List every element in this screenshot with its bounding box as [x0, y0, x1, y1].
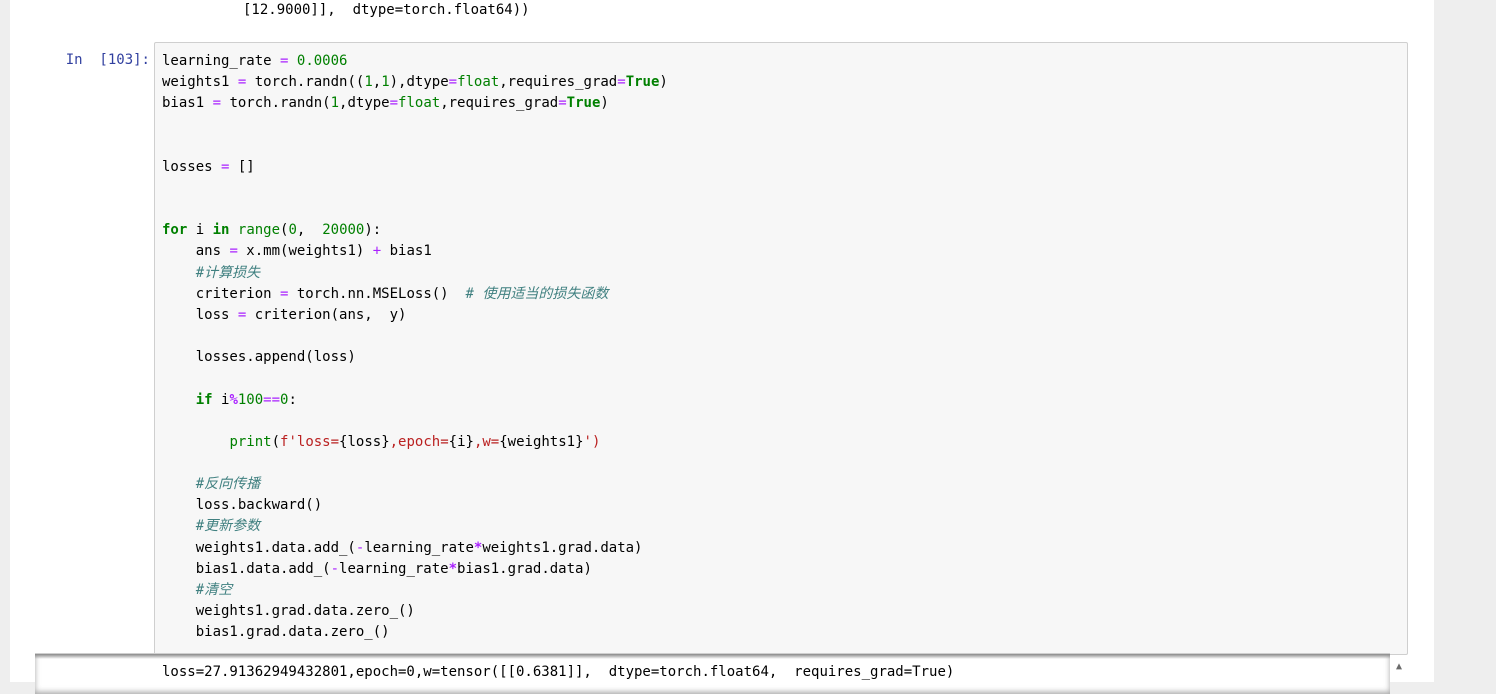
code-line: loss.backward()	[162, 497, 323, 514]
code-line: #清空	[195, 581, 233, 598]
cell-prompt: In [103]:	[65, 52, 150, 68]
code-line: #反向传播	[195, 476, 261, 493]
cell-output-text: loss=27.91362949432801,epoch=0,w=tensor(…	[162, 664, 955, 680]
code-line: weights1.grad.data.zero_()	[162, 603, 415, 620]
code-line: bias1.data.add_(-learning_rate*bias1.gra…	[162, 560, 592, 577]
notebook-background	[1434, 0, 1496, 682]
code-line: bias1.grad.data.zero_()	[162, 624, 390, 641]
code-line: #计算损失	[195, 264, 261, 281]
code-line: learning_rate = 0.0006	[162, 53, 348, 69]
scroll-up-arrow-icon[interactable]: ▲	[1392, 660, 1406, 674]
code-line: losses = []	[162, 158, 255, 175]
code-line: weights1 = torch.randn((1,1),dtype=float…	[162, 74, 668, 91]
output-scroll-shadow	[35, 654, 1390, 659]
code-line: for i in range(0, 20000):	[162, 222, 382, 239]
code-line: loss = criterion(ans, y)	[162, 306, 407, 323]
code-line: bias1 = torch.randn(1,dtype=float,requir…	[162, 95, 609, 112]
code-line: print(f'loss={loss},epoch={i},w={weights…	[229, 433, 601, 450]
previous-cell-output: [12.9000]], dtype=torch.float64))	[243, 2, 530, 18]
code-line: #更新参数	[195, 518, 261, 535]
code-line: if i%100==0:	[195, 391, 297, 408]
code-text[interactable]: learning_rate = 0.0006 weights1 = torch.…	[162, 51, 668, 643]
code-cell-editor[interactable]: learning_rate = 0.0006 weights1 = torch.…	[154, 42, 1408, 655]
code-line: weights1.data.add_(-learning_rate*weight…	[162, 539, 643, 556]
code-line: criterion = torch.nn.MSELoss() # 使用适当的损失…	[162, 285, 609, 302]
code-line: ans = x.mm(weights1) + bias1	[162, 243, 432, 260]
cell-output-scroll-area[interactable]: loss=27.91362949432801,epoch=0,w=tensor(…	[35, 653, 1390, 694]
code-line: losses.append(loss)	[162, 349, 356, 366]
